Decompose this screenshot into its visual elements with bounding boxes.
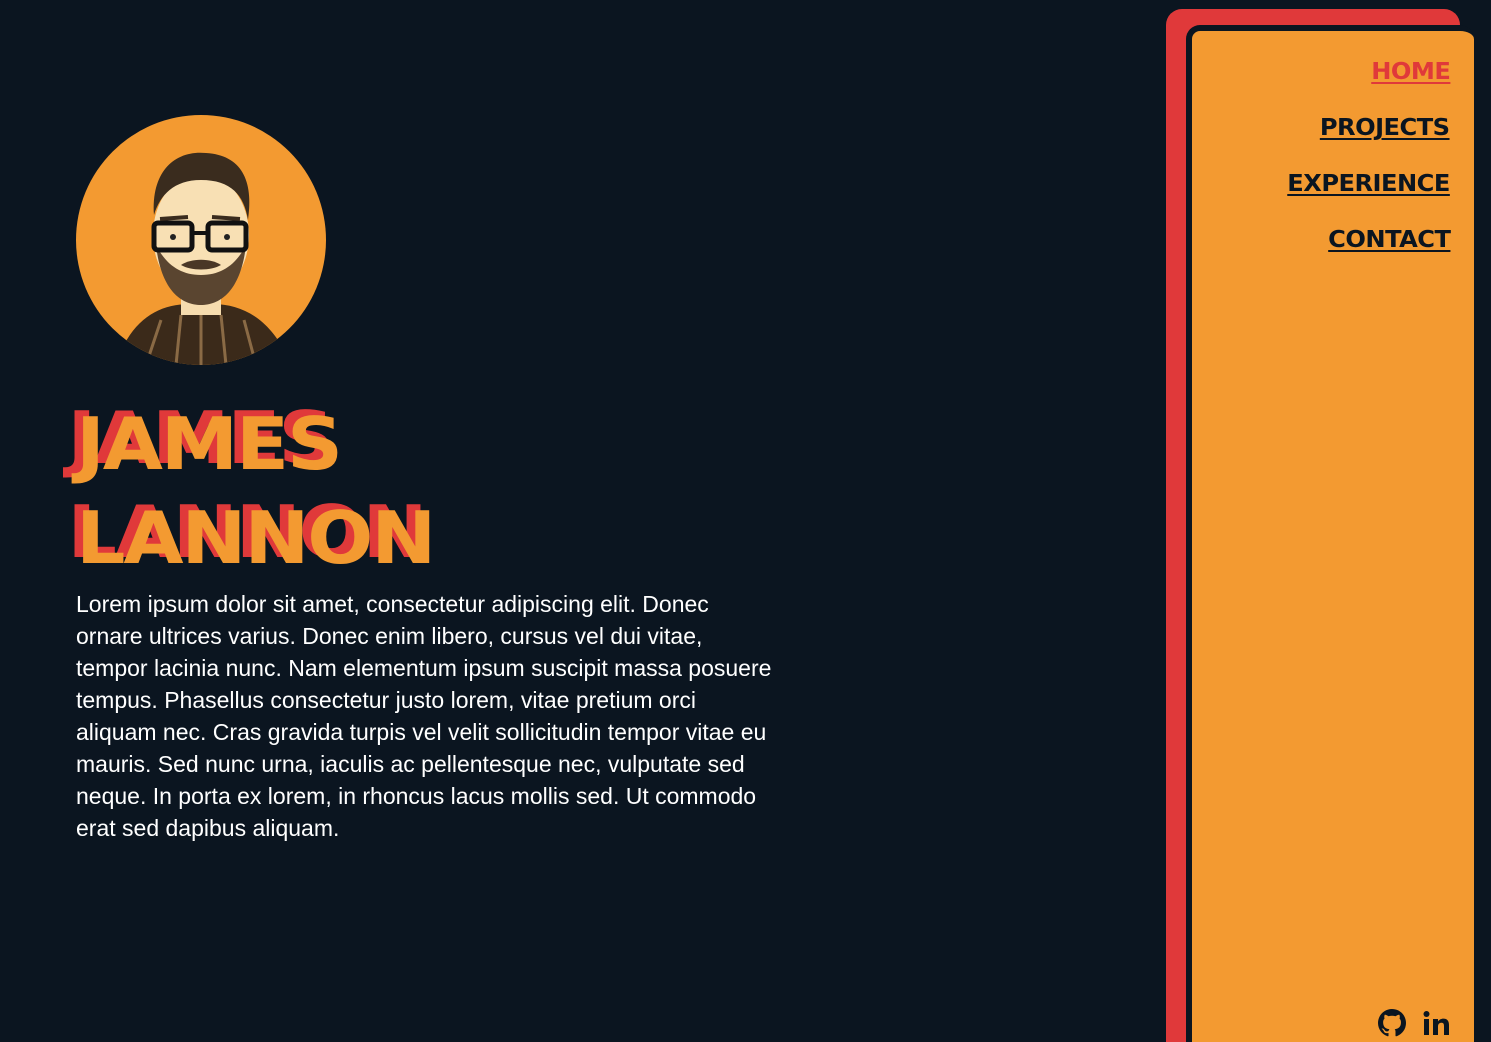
- portrait-illustration: [116, 152, 291, 365]
- nav-projects-link[interactable]: PROJECTS: [1320, 115, 1450, 141]
- nav-contact-link[interactable]: CONTACT: [1328, 227, 1451, 253]
- github-icon[interactable]: [1378, 1009, 1406, 1037]
- hero-first-name: JAMES: [76, 402, 343, 486]
- intro-paragraph: Lorem ipsum dolor sit amet, consectetur …: [76, 591, 772, 841]
- profile-avatar: [76, 115, 326, 365]
- social-links: [1378, 1009, 1450, 1037]
- nav-list: HOME PROJECTS EXPERIENCE CONTACT: [1287, 59, 1451, 283]
- nav-panel: HOME PROJECTS EXPERIENCE CONTACT: [1186, 25, 1474, 1042]
- nav-home-link[interactable]: HOME: [1371, 59, 1451, 85]
- hero-last-name: LANNON: [76, 496, 436, 580]
- nav-experience-link[interactable]: EXPERIENCE: [1287, 171, 1450, 197]
- linkedin-icon[interactable]: [1422, 1009, 1450, 1037]
